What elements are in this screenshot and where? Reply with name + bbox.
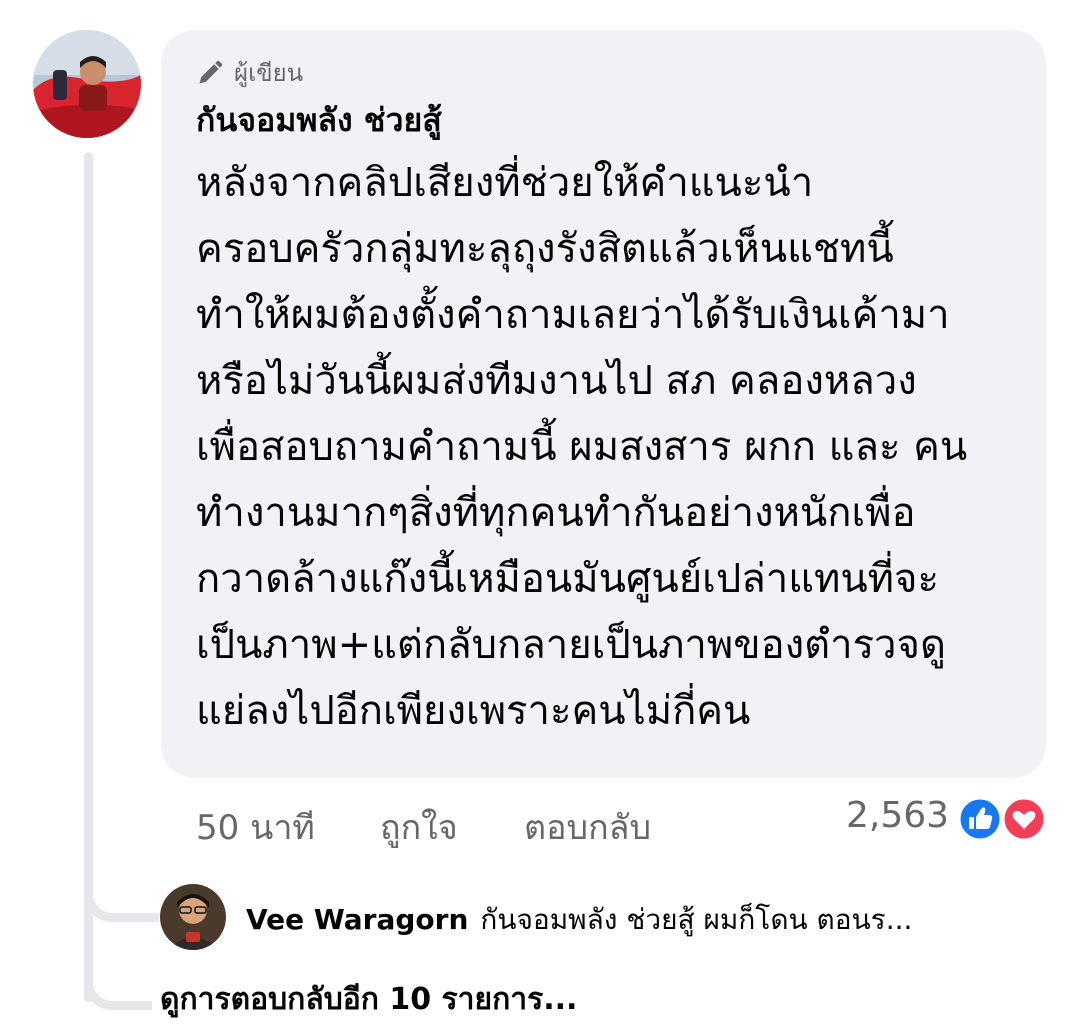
reaction-icons[interactable]	[956, 796, 1048, 842]
comment-author-name[interactable]: กันจอมพลัง ช่วยสู้	[196, 95, 442, 146]
reaction-count[interactable]: 2,563	[846, 795, 949, 836]
author-avatar[interactable]	[33, 30, 141, 138]
thread-branch-reply	[84, 852, 159, 922]
comment-line: ครอบครัวกลุ่มทะลุถุงรังสิตแล้วเห็นแชทนี้	[196, 226, 894, 272]
comment-line: แย่ลงไปอีกเพียงเพราะคนไม่กี่คน	[196, 688, 751, 734]
pencil-icon	[199, 60, 223, 83]
thread-branch-more	[84, 940, 152, 1010]
comment-line: เป็นภาพ+แต่กลับกลายเป็นภาพของตำรวจดู	[196, 622, 946, 668]
reply-author-avatar[interactable]	[160, 884, 226, 950]
comment-timestamp[interactable]: 50 นาที	[196, 800, 315, 854]
author-badge-label: ผู้เขียน	[234, 59, 304, 87]
comment-line: เพื่อสอบถามคำถามนี้ ผมสงสาร ผกก และ คน	[196, 424, 968, 470]
view-more-replies-link[interactable]: ดูการตอบกลับอีก 10 รายการ...	[160, 976, 577, 1023]
comment-line: หลังจากคลิปเสียงที่ช่วยให้คำแนะนำ	[196, 160, 814, 206]
reply-button[interactable]: ตอบกลับ	[524, 800, 651, 854]
love-reaction-icon	[1001, 796, 1047, 842]
author-badge: ผู้เขียน	[196, 53, 303, 92]
like-reaction-icon	[957, 796, 1003, 842]
like-button[interactable]: ถูกใจ	[380, 800, 458, 854]
comment-line: หรือไม่วันนี้ผมส่งทีมงานไป สภ คลองหลวง	[196, 358, 917, 404]
reply-snippet: กันจอมพลัง ช่วยสู้ ผมก็โดน ตอนร...	[480, 903, 913, 936]
comment-line: ทำให้ผมต้องตั้งคำถามเลยว่าได้รับเงินเค้า…	[196, 292, 950, 338]
comment-line: กวาดล้างแก๊งนี้เหมือนมันศูนย์เปล่าแทนที่…	[196, 556, 939, 602]
comment-line: ทำงานมากๆสิ่งที่ทุกคนทำกันอย่างหนักเพื่อ	[196, 490, 916, 536]
reply-author-name[interactable]: Vee Waragorn	[246, 903, 468, 936]
comment-text: หลังจากคลิปเสียงที่ช่วยให้คำแนะนำ ครอบคร…	[196, 150, 967, 744]
reply-preview[interactable]: Vee Waragorn กันจอมพลัง ช่วยสู้ ผมก็โดน ต…	[246, 898, 912, 942]
